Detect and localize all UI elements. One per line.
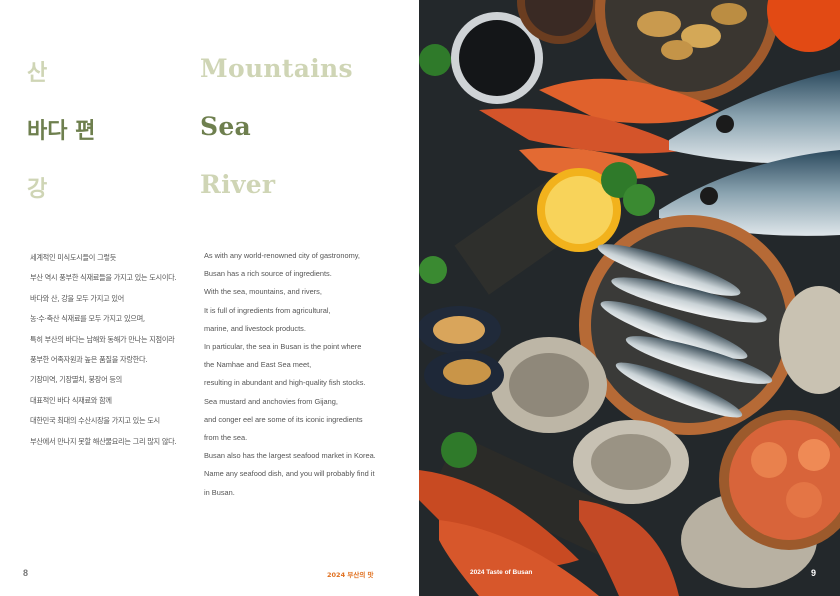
body-en-line: It is full of ingredients from agricultu…: [204, 305, 331, 315]
body-ko-line: 기장미역, 기장멸치, 붕장어 등의: [30, 375, 122, 385]
footer-title-english: 2024 Taste of Busan: [470, 569, 533, 576]
seafood-photo: [419, 0, 840, 596]
heading-ko-river: 강: [27, 177, 48, 202]
page-number-left: 8: [23, 568, 29, 578]
body-ko-line: 대한민국 최대의 수산시장을 가지고 있는 도시: [30, 416, 160, 426]
heading-ko-mountain: 산: [27, 61, 48, 86]
sardine-bowl: [579, 215, 799, 435]
body-text-korean: 세계적인 미식도시들이 그렇듯 부산 역시 풍부한 식재료들을 가지고 있는 도…: [30, 248, 177, 452]
body-text-english: As with any world-renowned city of gastr…: [204, 247, 376, 502]
body-en-line: Sea mustard and anchovies from Gijang,: [204, 396, 338, 406]
body-en-line: As with any world-renowned city of gastr…: [204, 251, 360, 260]
body-en-line: Name any seafood dish, and you will prob…: [204, 469, 375, 479]
body-ko-line: 특히 부산의 바다는 남해와 동해가 만나는 지점이라: [30, 334, 175, 344]
heading-ko-sea: 바다 편: [27, 119, 96, 144]
body-ko-line: 부산 역시 풍부한 식재료들을 가지고 있는 도시이다.: [30, 273, 177, 283]
heading-en-sea: Sea: [200, 112, 252, 141]
body-ko-line: 풍부한 어족자원과 높은 품질을 자랑한다.: [30, 355, 148, 365]
left-page: 산 바다 편 강 Mountains Sea River 세계적인 미식도시들이…: [0, 0, 419, 596]
body-ko-line: 부산에서 만나지 못할 해산물요리는 그리 많지 않다.: [30, 436, 177, 446]
body-en-line: from the sea.: [204, 433, 248, 443]
body-ko-line: 대표적인 바다 식재료와 함께: [30, 395, 112, 405]
body-en-line: With the sea, mountains, and rivers,: [204, 287, 322, 297]
body-en-line: marine, and livestock products.: [204, 323, 306, 333]
body-ko-line: 바다와 산, 강을 모두 가지고 있어: [30, 293, 124, 303]
body-en-line: In particular, the sea in Busan is the p…: [204, 342, 362, 352]
body-en-line: the Namhae and East Sea meet,: [204, 360, 312, 370]
body-en-line: Busan has a rich source of ingredients.: [204, 269, 332, 279]
footer-title-korean: 2024 부산의 맛: [327, 571, 374, 579]
heading-en-river: River: [200, 170, 276, 199]
body-en-line: resulting in abundant and high-quality f…: [204, 378, 366, 388]
page-number-right: 9: [810, 568, 816, 578]
body-en-line: and conger eel are some of its iconic in…: [204, 414, 363, 424]
body-en-line: in Busan.: [204, 487, 235, 497]
heading-en-mountains: Mountains: [200, 54, 353, 83]
body-en-line: Busan also has the largest seafood marke…: [204, 451, 376, 461]
body-ko-line: 농·수·축산 식재료를 모두 가지고 있으며,: [30, 314, 145, 324]
right-page: 2024 Taste of Busan 9: [419, 0, 840, 596]
body-ko-line: 세계적인 미식도시들이 그렇듯: [30, 253, 117, 262]
